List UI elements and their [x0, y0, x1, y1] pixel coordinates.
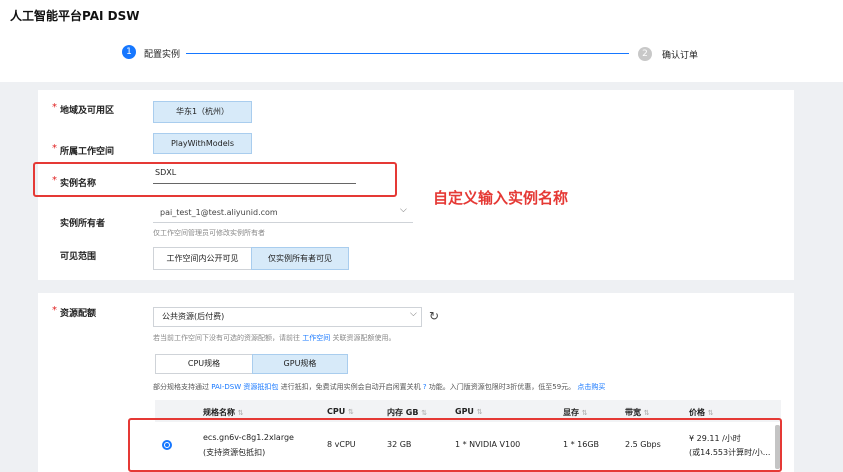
- required-mark: *: [52, 305, 57, 316]
- col-bandwidth[interactable]: 带宽 ⇅: [625, 407, 650, 418]
- resource-pack-link[interactable]: PAI-DSW 资源抵扣包: [211, 383, 278, 391]
- instance-name-underline: [153, 183, 356, 184]
- chevron-down-icon[interactable]: ⌵: [410, 309, 417, 319]
- visibility-label: 可见范围: [60, 252, 97, 262]
- step-1-indicator: 1: [122, 45, 136, 59]
- notice-mid2: 功能。入门版资源包限时3折优惠，低至59元。: [428, 383, 576, 391]
- step-1-label: 配置实例: [144, 50, 181, 60]
- col-memory[interactable]: 内存 GB ⇅: [387, 407, 427, 418]
- col-gpu[interactable]: GPU ⇅: [455, 407, 483, 416]
- owner-label: 实例所有者: [60, 219, 106, 229]
- step-2-label: 确认订单: [662, 51, 699, 61]
- refresh-icon[interactable]: ↻: [429, 309, 439, 323]
- instance-name-label: 实例名称: [60, 179, 97, 189]
- resource-select[interactable]: 公共资源(后付费): [153, 307, 422, 327]
- col-spec-name[interactable]: 规格名称 ⇅: [203, 407, 244, 418]
- required-mark: *: [52, 143, 57, 154]
- workspace-link[interactable]: 工作空间: [302, 334, 330, 342]
- resource-hint: 若当前工作空间下没有可选的资源配额，请前往 工作空间 关联资源配额使用。: [153, 333, 395, 343]
- notice-prefix: 部分规格支持通过: [153, 383, 209, 391]
- tab-cpu[interactable]: CPU规格: [155, 354, 253, 374]
- resource-label: 资源配额: [60, 309, 97, 319]
- tab-gpu[interactable]: GPU规格: [252, 354, 348, 374]
- instance-name-input[interactable]: SDXL: [155, 168, 176, 177]
- owner-select-underline: [153, 222, 413, 223]
- resource-hint-suffix: 关联资源配额使用。: [332, 334, 396, 342]
- col-price[interactable]: 价格 ⇅: [689, 407, 714, 418]
- region-label: 地域及可用区: [60, 106, 115, 116]
- col-cpu[interactable]: CPU ⇅: [327, 407, 354, 416]
- buy-link[interactable]: 点击购买: [577, 383, 605, 391]
- required-mark: *: [52, 175, 57, 186]
- owner-select[interactable]: pai_test_1@test.aliyunid.com: [160, 208, 278, 217]
- notice-mid: 进行抵扣，免费试用实例会自动开启闲置关机: [280, 383, 421, 391]
- annotation-text: 自定义输入实例名称: [433, 189, 569, 207]
- col-vram[interactable]: 显存 ⇅: [563, 407, 588, 418]
- chevron-down-icon[interactable]: ⌵: [400, 205, 407, 215]
- step-progress-line: [186, 53, 629, 54]
- resource-select-value: 公共资源(后付费): [162, 312, 225, 321]
- resource-hint-prefix: 若当前工作空间下没有可选的资源配额，请前往: [153, 334, 300, 342]
- workspace-option-button[interactable]: PlayWithModels: [153, 133, 252, 154]
- required-mark: *: [52, 102, 57, 113]
- help-icon[interactable]: ?: [423, 383, 427, 391]
- workspace-label: 所属工作空间: [60, 147, 115, 157]
- visibility-owner-option[interactable]: 仅实例所有者可见: [251, 247, 349, 270]
- page-title: 人工智能平台PAI DSW: [10, 9, 140, 23]
- region-option-button[interactable]: 华东1（杭州）: [153, 101, 252, 123]
- gpu-row-highlight: [128, 418, 782, 472]
- discount-notice: 部分规格支持通过 PAI-DSW 资源抵扣包 进行抵扣，免费试用实例会自动开启闲…: [153, 382, 605, 392]
- visibility-public-option[interactable]: 工作空间内公开可见: [153, 247, 252, 270]
- step-2-indicator: 2: [638, 47, 652, 61]
- owner-hint: 仅工作空间管理员可修改实例所有者: [153, 229, 265, 237]
